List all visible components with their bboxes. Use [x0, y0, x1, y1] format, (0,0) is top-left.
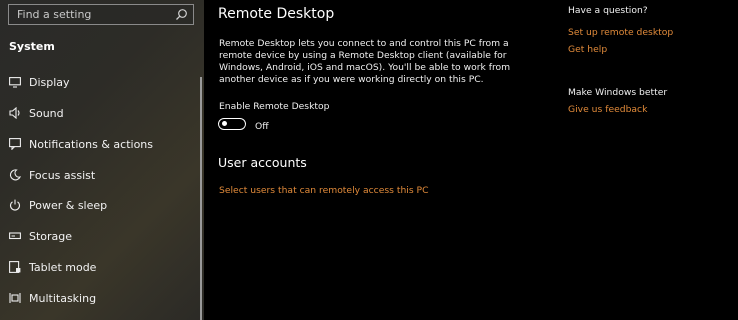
- help-heading: Have a question?: [568, 5, 648, 16]
- sidebar-item-label: Notifications & actions: [29, 137, 154, 151]
- sidebar-item-sound[interactable]: Sound: [0, 100, 200, 126]
- give-feedback-link[interactable]: Give us feedback: [568, 104, 647, 115]
- get-help-link[interactable]: Get help: [568, 44, 607, 55]
- sidebar-item-label: Tablet mode: [29, 260, 97, 274]
- sidebar-item-label: Focus assist: [29, 168, 96, 182]
- sidebar-item-display[interactable]: Display: [0, 69, 200, 95]
- display-icon: [8, 75, 22, 89]
- power-icon: [8, 198, 22, 212]
- sidebar-item-label: Multitasking: [29, 291, 97, 305]
- sound-icon: [8, 106, 22, 120]
- page-description: Remote Desktop lets you connect to and c…: [219, 38, 511, 85]
- search-icon[interactable]: [175, 8, 188, 21]
- user-accounts-heading: User accounts: [218, 155, 307, 170]
- sidebar-item-focus-assist[interactable]: Focus assist: [0, 162, 200, 188]
- sidebar: System Display Sound Notifications & act…: [0, 0, 204, 320]
- storage-icon: [8, 229, 22, 243]
- sidebar-item-multitasking[interactable]: Multitasking: [0, 285, 200, 311]
- search-box[interactable]: [8, 4, 194, 25]
- sidebar-scrollbar[interactable]: [200, 77, 202, 320]
- search-input[interactable]: [17, 5, 177, 24]
- sidebar-item-label: Display: [29, 75, 70, 89]
- toggle-label: Enable Remote Desktop: [219, 101, 330, 112]
- sidebar-item-tablet-mode[interactable]: Tablet mode: [0, 254, 200, 280]
- enable-remote-desktop-toggle[interactable]: [218, 118, 246, 130]
- sidebar-item-storage[interactable]: Storage: [0, 223, 200, 249]
- make-windows-better-heading: Make Windows better: [568, 87, 668, 98]
- sidebar-item-label: Sound: [29, 106, 64, 120]
- toggle-state: Off: [255, 121, 269, 132]
- sidebar-item-label: Power & sleep: [29, 198, 108, 212]
- sidebar-item-label: Storage: [29, 229, 73, 243]
- notifications-icon: [8, 137, 22, 151]
- toggle-knob: [222, 121, 227, 126]
- sidebar-item-power-sleep[interactable]: Power & sleep: [0, 192, 200, 218]
- moon-icon: [8, 168, 22, 182]
- sidebar-section-title: System: [9, 40, 55, 53]
- setup-remote-desktop-link[interactable]: Set up remote desktop: [568, 27, 673, 38]
- sidebar-item-notifications[interactable]: Notifications & actions: [0, 131, 200, 157]
- page-title: Remote Desktop: [218, 6, 335, 22]
- settings-window: System Display Sound Notifications & act…: [0, 0, 738, 320]
- multitasking-icon: [8, 291, 22, 305]
- tablet-icon: [8, 260, 22, 274]
- select-users-link[interactable]: Select users that can remotely access th…: [219, 185, 429, 196]
